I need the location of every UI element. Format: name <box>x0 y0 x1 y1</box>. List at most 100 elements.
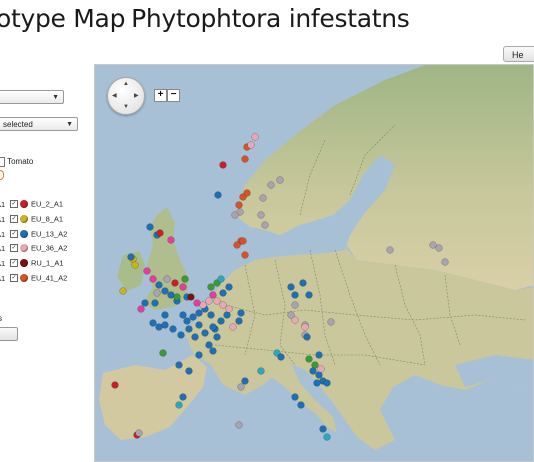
host-radio[interactable] <box>0 170 4 180</box>
genotype-marker[interactable] <box>181 275 189 283</box>
zoom-out-button[interactable]: − <box>167 89 180 102</box>
genotype-marker[interactable] <box>291 393 299 401</box>
genotype-marker[interactable] <box>257 367 265 375</box>
genotype-marker[interactable] <box>301 323 309 331</box>
genotype-marker[interactable] <box>119 287 127 295</box>
genotype-marker[interactable] <box>175 401 183 409</box>
genotype-marker[interactable] <box>161 321 169 329</box>
host-checkbox[interactable] <box>0 157 5 167</box>
genotype-marker[interactable] <box>315 351 323 359</box>
genotype-marker[interactable] <box>163 275 171 283</box>
genotype-marker[interactable] <box>214 191 222 199</box>
genotype-marker[interactable] <box>386 246 394 254</box>
help-button[interactable]: He <box>503 46 534 62</box>
genotype-marker[interactable] <box>205 297 213 305</box>
genotype-marker[interactable] <box>229 323 237 331</box>
genotype-marker[interactable] <box>183 317 191 325</box>
zoom-in-button[interactable]: + <box>154 89 167 102</box>
genotype-marker[interactable] <box>153 289 161 297</box>
genotype-marker[interactable] <box>287 311 295 319</box>
genotype-marker[interactable] <box>251 133 259 141</box>
filter-select-2[interactable]: selected ▼ <box>0 117 78 131</box>
genotype-marker[interactable] <box>305 291 313 299</box>
genotype-marker[interactable] <box>287 283 295 291</box>
genotype-marker[interactable] <box>191 333 199 341</box>
genotype-marker[interactable] <box>235 201 243 209</box>
legend-checkbox[interactable]: ✓ <box>10 214 18 223</box>
genotype-marker[interactable] <box>225 283 233 291</box>
genotype-marker[interactable] <box>161 287 169 295</box>
genotype-marker[interactable] <box>195 321 203 329</box>
genotype-marker[interactable] <box>313 379 321 387</box>
legend-checkbox[interactable]: ✓ <box>10 274 18 282</box>
genotype-marker[interactable] <box>195 351 203 359</box>
genotype-marker[interactable] <box>155 281 163 289</box>
genotype-marker[interactable] <box>243 189 251 197</box>
genotype-marker[interactable] <box>151 299 159 307</box>
genotype-marker[interactable] <box>179 393 187 401</box>
map-canvas[interactable] <box>95 65 534 462</box>
genotype-marker[interactable] <box>241 377 249 385</box>
genotype-marker[interactable] <box>127 253 135 261</box>
genotype-marker[interactable] <box>261 221 269 229</box>
genotype-marker[interactable] <box>179 283 187 291</box>
genotype-marker[interactable] <box>179 311 187 319</box>
pan-left-icon[interactable]: ◀ <box>112 92 117 99</box>
genotype-marker[interactable] <box>225 305 233 313</box>
genotype-marker[interactable] <box>189 313 197 321</box>
genotype-marker[interactable] <box>173 293 181 301</box>
genotype-marker[interactable] <box>207 283 215 291</box>
legend-checkbox[interactable]: ✓ <box>10 229 18 238</box>
genotype-marker[interactable] <box>149 319 157 327</box>
genotype-marker[interactable] <box>167 236 175 244</box>
genotype-marker[interactable] <box>195 309 203 317</box>
genotype-marker[interactable] <box>233 241 241 249</box>
genotype-marker[interactable] <box>219 301 227 309</box>
genotype-marker[interactable] <box>429 241 437 249</box>
genotype-marker[interactable] <box>217 275 225 283</box>
legend-checkbox[interactable]: ✓ <box>10 244 18 253</box>
legend-checkbox[interactable]: ✓ <box>10 200 18 209</box>
genotype-marker[interactable] <box>235 421 243 429</box>
genotype-marker[interactable] <box>141 299 149 307</box>
genotype-marker[interactable] <box>327 318 335 326</box>
panel-action-button[interactable] <box>0 327 18 341</box>
genotype-marker[interactable] <box>305 355 313 363</box>
genotype-marker[interactable] <box>185 325 193 333</box>
genotype-marker[interactable] <box>309 367 317 375</box>
genotype-marker[interactable] <box>303 333 311 341</box>
genotype-marker[interactable] <box>319 425 327 433</box>
genotype-marker[interactable] <box>291 291 299 299</box>
genotype-marker[interactable] <box>146 223 154 231</box>
genotype-marker[interactable] <box>219 161 227 169</box>
genotype-marker[interactable] <box>185 367 193 375</box>
genotype-marker[interactable] <box>209 347 217 355</box>
genotype-marker[interactable] <box>207 311 215 319</box>
genotype-marker[interactable] <box>259 194 267 202</box>
genotype-marker[interactable] <box>441 258 449 266</box>
genotype-marker[interactable] <box>299 279 307 287</box>
genotype-marker[interactable] <box>171 279 179 287</box>
genotype-marker[interactable] <box>193 299 201 307</box>
genotype-marker[interactable] <box>235 317 243 325</box>
genotype-marker[interactable] <box>161 311 169 319</box>
genotype-marker[interactable] <box>187 293 195 301</box>
genotype-marker[interactable] <box>175 361 183 369</box>
genotype-marker[interactable] <box>177 331 185 339</box>
map-view[interactable]: ▲ ▼ ◀ ▶ + − <box>94 64 534 462</box>
genotype-marker[interactable] <box>241 155 249 163</box>
genotype-marker[interactable] <box>257 211 265 219</box>
genotype-marker[interactable] <box>201 329 209 337</box>
genotype-marker[interactable] <box>317 365 325 373</box>
genotype-marker[interactable] <box>217 317 225 325</box>
genotype-marker[interactable] <box>111 381 119 389</box>
genotype-marker[interactable] <box>219 289 227 297</box>
genotype-marker[interactable] <box>323 379 331 387</box>
genotype-marker[interactable] <box>205 341 213 349</box>
genotype-marker[interactable] <box>131 261 139 269</box>
filter-select-1[interactable]: ▼ <box>0 90 64 104</box>
genotype-marker[interactable] <box>135 429 143 437</box>
genotype-marker[interactable] <box>169 325 177 333</box>
genotype-marker[interactable] <box>291 301 299 309</box>
pan-down-icon[interactable]: ▼ <box>123 104 129 110</box>
